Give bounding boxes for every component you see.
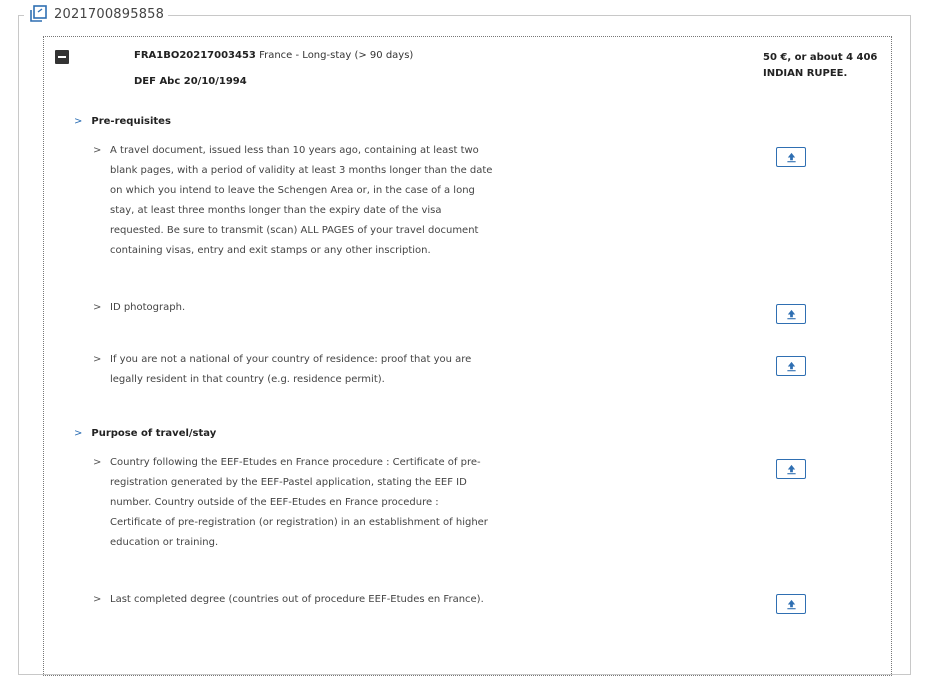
section-purpose-of-travel[interactable]: > Purpose of travel/stay bbox=[74, 428, 216, 439]
section-pre-requisites[interactable]: > Pre-requisites bbox=[74, 116, 171, 127]
chevron-right-icon: > bbox=[93, 302, 102, 313]
section-title: Purpose of travel/stay bbox=[91, 428, 217, 439]
visa-type: France - Long-stay (> 90 days) bbox=[259, 50, 414, 61]
upload-button[interactable] bbox=[776, 459, 806, 479]
upload-icon bbox=[786, 361, 796, 371]
requirement-text: Country following the EEF-Etudes en Fran… bbox=[110, 457, 488, 548]
requirement-text: ID photograph. bbox=[110, 302, 186, 313]
upload-icon bbox=[786, 309, 796, 319]
list-item: > Last completed degree (countries out o… bbox=[93, 590, 493, 610]
application-number: 2021700895858 bbox=[54, 6, 165, 22]
requirement-text: A travel document, issued less than 10 y… bbox=[110, 145, 493, 256]
chevron-right-icon: > bbox=[74, 428, 83, 439]
visa-fee: 50 €, or about 4 406 INDIAN RUPEE. bbox=[763, 52, 878, 79]
chevron-right-icon: > bbox=[93, 594, 102, 605]
applicant-info: DEF Abc 20/10/1994 bbox=[134, 76, 247, 87]
requirement-text: If you are not a national of your countr… bbox=[110, 354, 472, 385]
upload-icon bbox=[786, 599, 796, 609]
upload-button[interactable] bbox=[776, 356, 806, 376]
chevron-right-icon: > bbox=[74, 116, 83, 127]
upload-icon bbox=[786, 464, 796, 474]
upload-button[interactable] bbox=[776, 147, 806, 167]
minus-square-icon[interactable] bbox=[55, 50, 69, 64]
chevron-right-icon: > bbox=[93, 457, 102, 468]
list-item: > If you are not a national of your coun… bbox=[93, 350, 493, 390]
requirement-text: Last completed degree (countries out of … bbox=[110, 594, 484, 605]
upload-button[interactable] bbox=[776, 304, 806, 324]
list-item: > Country following the EEF-Etudes en Fr… bbox=[93, 453, 493, 553]
application-legend: 2021700895858 bbox=[24, 5, 169, 23]
list-item: > A travel document, issued less than 10… bbox=[93, 141, 493, 261]
section-title: Pre-requisites bbox=[91, 116, 171, 127]
copy-document-icon[interactable] bbox=[28, 5, 48, 23]
chevron-right-icon: > bbox=[93, 145, 102, 156]
upload-button[interactable] bbox=[776, 594, 806, 614]
list-item: > ID photograph. bbox=[93, 298, 493, 318]
chevron-right-icon: > bbox=[93, 354, 102, 365]
visa-reference: FRA1BO20217003453 bbox=[134, 50, 256, 61]
visa-header: FRA1BO20217003453 France - Long-stay (> … bbox=[134, 50, 413, 61]
upload-icon bbox=[786, 152, 796, 162]
